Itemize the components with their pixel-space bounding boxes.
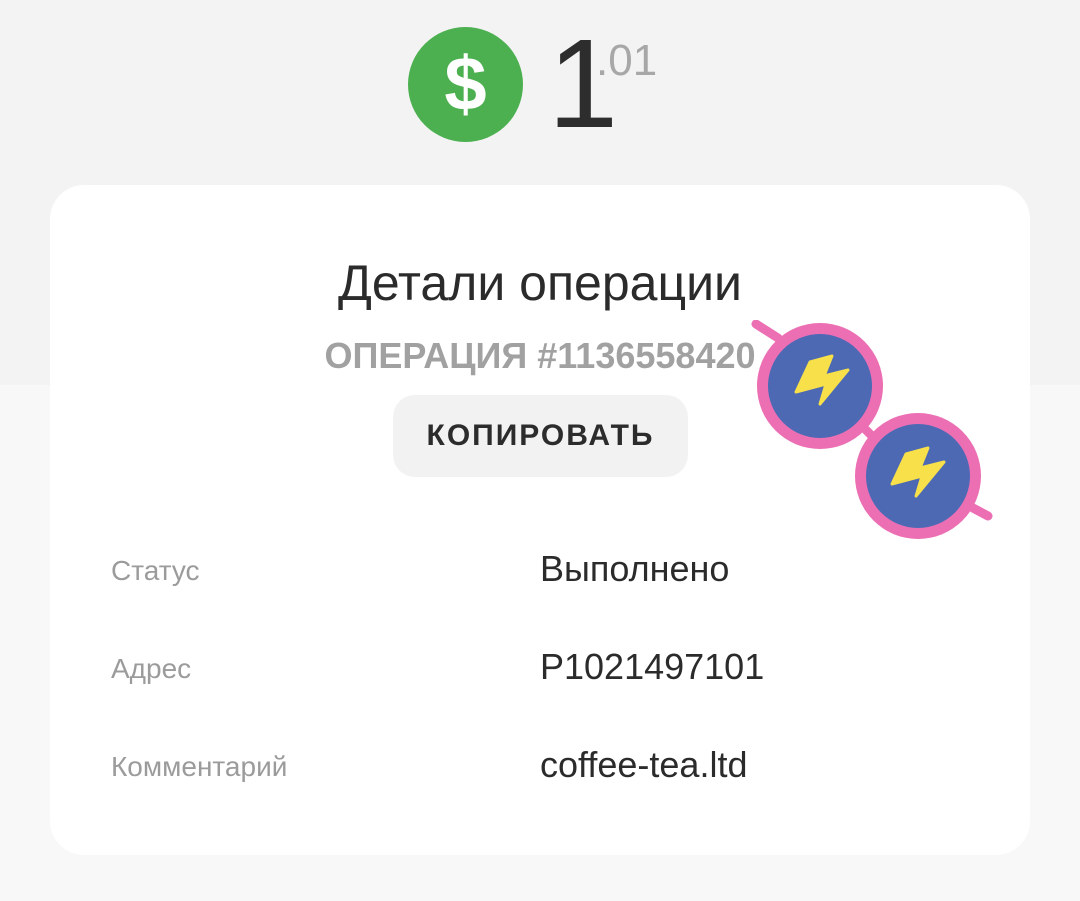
address-label: Адрес [111, 653, 192, 684]
copy-button[interactable]: КОПИРОВАТЬ [393, 395, 688, 477]
amount-header: $ 1 .01 [0, 0, 1080, 160]
dollar-icon: $ [408, 27, 523, 142]
amount-fraction: .01 [596, 36, 658, 85]
status-value: Выполнено [540, 548, 730, 589]
sunglasses-sticker-icon [751, 320, 993, 539]
detail-row-status: Статус Выполнено [50, 540, 1030, 600]
comment-label: Комментарий [111, 751, 288, 782]
status-label: Статус [111, 555, 200, 586]
detail-row-address: Адрес P1021497101 [50, 638, 1030, 698]
comment-value: coffee-tea.ltd [540, 744, 748, 785]
detail-row-comment: Комментарий coffee-tea.ltd [50, 736, 1030, 796]
page-title: Детали операции [338, 255, 742, 311]
address-value: P1021497101 [540, 646, 765, 687]
dollar-symbol: $ [444, 42, 487, 127]
